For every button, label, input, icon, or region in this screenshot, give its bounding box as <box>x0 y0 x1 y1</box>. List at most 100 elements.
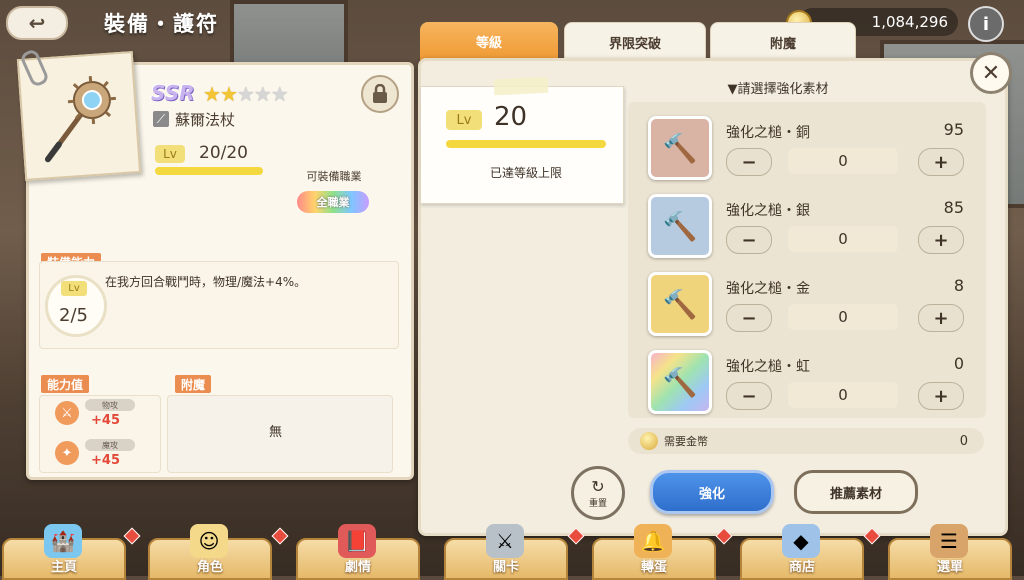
material-row: 🔨 強化之槌・銀 85 − 0 + <box>632 188 982 260</box>
menu-icon: ☰ <box>930 524 968 558</box>
item-card <box>17 51 141 181</box>
gold-cost-label: 需要金幣 <box>664 433 708 449</box>
nav-gacha[interactable]: 🔔 轉蛋 <box>592 538 716 580</box>
notification-gem-icon <box>124 528 141 545</box>
stat-value: +45 <box>91 453 120 468</box>
notification-gem-icon <box>864 528 881 545</box>
notification-gem-icon <box>716 528 733 545</box>
info-icon: i <box>983 14 989 35</box>
tape-decoration <box>494 77 549 96</box>
lock-icon <box>371 84 389 104</box>
material-name: 強化之槌・虹 <box>726 356 810 376</box>
reset-label: 重置 <box>589 496 607 509</box>
increase-button[interactable]: + <box>918 226 964 254</box>
lock-button[interactable] <box>361 75 399 113</box>
gold-amount: 1,084,296 <box>872 13 948 31</box>
enchant-value: 無 <box>269 421 282 440</box>
back-button[interactable]: ↩ <box>6 6 68 40</box>
increase-button[interactable]: + <box>918 148 964 176</box>
increase-button[interactable]: + <box>918 382 964 410</box>
quantity-field[interactable]: 0 <box>788 304 898 330</box>
star-empty-icon: ★ <box>254 82 271 106</box>
level-card-badge: Lv <box>446 110 482 130</box>
book-icon: 📕 <box>338 524 376 558</box>
tab-level[interactable]: 等級 <box>420 22 558 60</box>
level-card-bar <box>446 140 606 148</box>
quantity-field[interactable]: 0 <box>788 148 898 174</box>
shop-icon: ◆ <box>782 524 820 558</box>
reset-button[interactable]: ↻ 重置 <box>571 466 625 520</box>
rarity-badge: SSR <box>151 81 195 105</box>
quantity-field[interactable]: 0 <box>788 382 898 408</box>
gold-cost-value: 0 <box>960 434 968 449</box>
copper-hammer-icon: 🔨 <box>648 116 712 180</box>
stat-name: 物攻 <box>85 399 135 411</box>
star-filled-icon: ★ <box>220 82 237 106</box>
ability-description: 在我方回合戰鬥時，物理/魔法+4%。 <box>105 273 306 290</box>
material-name: 強化之槌・金 <box>726 278 810 298</box>
star-filled-icon: ★ <box>203 82 220 106</box>
star-rating: ★★★★★ <box>203 82 288 106</box>
material-name: 強化之槌・銅 <box>726 122 810 142</box>
nav-story[interactable]: 📕 劇情 <box>296 538 420 580</box>
nav-menu[interactable]: ☰ 選單 <box>888 538 1012 580</box>
swords-icon: ⚔ <box>486 524 524 558</box>
castle-icon: 🏰 <box>44 524 82 558</box>
reset-icon: ↻ <box>591 477 604 496</box>
material-row: 🔨 強化之槌・銅 95 − 0 + <box>632 110 982 182</box>
material-count: 0 <box>954 354 964 373</box>
tab-limit-break[interactable]: 界限突破 <box>564 22 706 62</box>
material-name: 強化之槌・銀 <box>726 200 810 220</box>
ability-level-value: 2/5 <box>59 305 88 326</box>
decrease-button[interactable]: − <box>726 304 772 332</box>
staff-icon: ✦ <box>55 441 79 465</box>
decrease-button[interactable]: − <box>726 148 772 176</box>
item-name: 蘇爾法杖 <box>175 109 235 130</box>
gold-coin-icon <box>640 432 658 450</box>
equipment-detail-panel: SSR ★★★★★ ⟋ 蘇爾法杖 Lv 20/20 可裝備職業 全職業 裝備能力… <box>26 62 414 480</box>
gold-cost-bar: 需要金幣 0 <box>628 428 984 454</box>
star-empty-icon: ★ <box>237 82 254 106</box>
sword-icon: ⚔ <box>55 401 79 425</box>
character-icon: ☺ <box>190 524 228 558</box>
material-count: 95 <box>944 120 964 139</box>
info-button[interactable]: i <box>968 6 1004 42</box>
tab-enchant[interactable]: 附魔 <box>710 22 856 62</box>
item-level-bar <box>155 167 263 175</box>
decrease-button[interactable]: − <box>726 226 772 254</box>
notification-gem-icon <box>272 528 289 545</box>
material-count: 8 <box>954 276 964 295</box>
decrease-button[interactable]: − <box>726 382 772 410</box>
level-max-note: 已達等級上限 <box>446 164 606 181</box>
item-level-badge: Lv <box>155 145 185 163</box>
silver-hammer-icon: 🔨 <box>648 194 712 258</box>
ability-level-badge: Lv <box>61 281 87 296</box>
level-card-value: 20 <box>494 102 527 132</box>
stats-section-tag: 能力值 <box>41 375 89 393</box>
recommend-materials-button[interactable]: 推薦素材 <box>794 470 918 514</box>
nav-character[interactable]: ☺ 角色 <box>148 538 272 580</box>
weapon-type-icon: ⟋ <box>153 111 169 127</box>
nav-quest[interactable]: ⚔ 關卡 <box>444 538 568 580</box>
rainbow-hammer-icon: 🔨 <box>648 350 712 414</box>
close-button[interactable]: ✕ <box>970 52 1012 94</box>
material-row: 🔨 強化之槌・虹 0 − 0 + <box>632 344 982 416</box>
enchant-section-tag: 附魔 <box>175 375 211 393</box>
nav-shop[interactable]: ◆ 商店 <box>740 538 864 580</box>
bottom-nav: 🏰 主頁 ☺ 角色 📕 劇情 ⚔ 關卡 🔔 轉蛋 ◆ 商店 ☰ 選單 <box>0 524 1024 576</box>
star-empty-icon: ★ <box>271 82 288 106</box>
nav-home[interactable]: 🏰 主頁 <box>2 538 126 580</box>
enhance-button[interactable]: 強化 <box>650 470 774 514</box>
job-label: 可裝備職業 <box>291 168 377 184</box>
gold-hammer-icon: 🔨 <box>648 272 712 336</box>
bell-icon: 🔔 <box>634 524 672 558</box>
item-level-value: 20/20 <box>199 143 248 163</box>
stat-name: 魔攻 <box>85 439 135 451</box>
material-heading: ▼請選擇強化素材 <box>628 78 928 97</box>
close-icon: ✕ <box>982 61 1000 86</box>
increase-button[interactable]: + <box>918 304 964 332</box>
quantity-field[interactable]: 0 <box>788 226 898 252</box>
stat-value: +45 <box>91 413 120 428</box>
back-arrow-icon: ↩ <box>29 11 46 35</box>
job-badge: 全職業 <box>297 191 369 213</box>
